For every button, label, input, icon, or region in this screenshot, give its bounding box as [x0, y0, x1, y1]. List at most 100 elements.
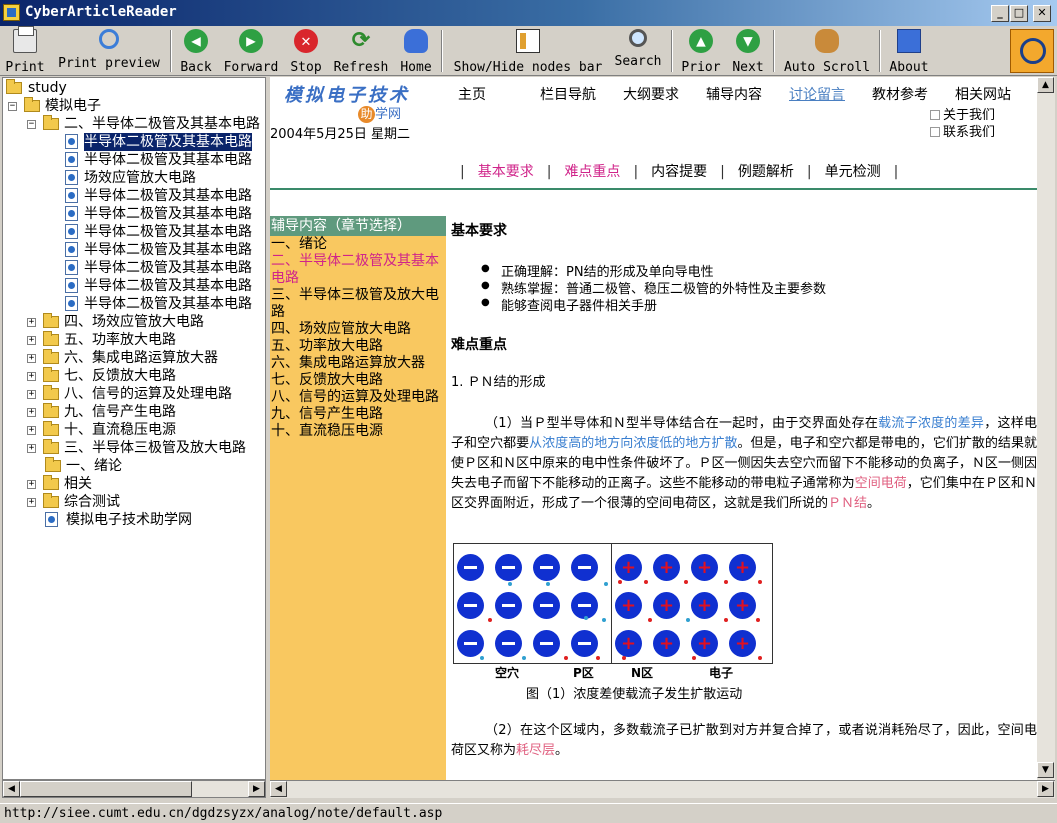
side-link-chapter[interactable]: 一、绪论 — [270, 236, 446, 253]
expand-icon[interactable]: + — [27, 498, 36, 507]
prior-button[interactable]: ▲ Prior — [678, 29, 724, 75]
content-horizontal-scrollbar[interactable]: ◀ ▶ — [270, 780, 1055, 798]
subnav-basic[interactable]: 基本要求 — [478, 164, 534, 180]
folder-icon — [43, 403, 59, 418]
side-link-chapter[interactable]: 三、半导体三极管及放大电路 — [270, 287, 446, 321]
tree-horizontal-scrollbar[interactable]: ◀ ▶ — [2, 780, 266, 798]
electron-dot-icon — [564, 656, 568, 660]
expand-icon[interactable]: + — [27, 480, 36, 489]
subnav-summary[interactable]: 内容提要 — [651, 164, 707, 180]
page-icon — [65, 188, 78, 203]
scroll-right-icon[interactable]: ▶ — [248, 781, 265, 797]
subnav-examples[interactable]: 例题解析 — [738, 164, 794, 180]
scroll-up-icon[interactable]: ▲ — [1037, 77, 1054, 93]
next-button[interactable]: ▼ Next — [728, 29, 768, 75]
side-link-chapter[interactable]: 五、功率放大电路 — [270, 338, 446, 355]
show-hide-nodes-button[interactable]: Show/Hide nodes bar — [448, 29, 608, 75]
scroll-left-icon[interactable]: ◀ — [270, 781, 287, 797]
print-button[interactable]: Print — [4, 26, 46, 75]
expand-icon[interactable]: + — [27, 336, 36, 345]
home-button[interactable]: Home — [396, 29, 436, 75]
expand-icon[interactable]: + — [27, 318, 36, 327]
side-link-chapter[interactable]: 二、半导体二极管及其基本电路 — [270, 253, 446, 287]
side-link-chapter[interactable]: 六、集成电路运算放大器 — [270, 355, 446, 372]
negative-ion-icon — [533, 630, 560, 657]
hole-dot-icon — [604, 582, 608, 586]
forward-button[interactable]: ▶ Forward — [220, 29, 282, 75]
side-link-chapter[interactable]: 七、反馈放大电路 — [270, 372, 446, 389]
article: 基本要求 正确理解：PN结的形成及单向导电性 熟练掌握：普通二极管、稳压二极管的… — [451, 216, 1037, 780]
auto-scroll-icon — [815, 29, 839, 53]
scroll-thumb[interactable] — [20, 781, 192, 797]
expand-icon[interactable]: + — [27, 372, 36, 381]
positive-ion-icon: + — [729, 554, 756, 581]
side-link-chapter[interactable]: 四、场效应管放大电路 — [270, 321, 446, 338]
contact-us-link[interactable]: 联系我们 — [930, 121, 995, 140]
checkbox-icon — [930, 127, 940, 137]
expand-icon[interactable]: + — [27, 426, 36, 435]
expand-icon[interactable]: + — [27, 408, 36, 417]
scroll-left-icon[interactable]: ◀ — [3, 781, 20, 797]
heading-key: 难点重点 — [451, 337, 507, 353]
hole-dot-icon — [480, 656, 484, 660]
subnav-test[interactable]: 单元检测 — [825, 164, 881, 180]
stop-icon: ✕ — [294, 29, 318, 53]
figure-label: 空穴 — [495, 666, 520, 680]
electron-dot-icon — [692, 656, 696, 660]
minimize-button[interactable]: _ — [991, 5, 1009, 22]
collapse-icon[interactable]: − — [8, 102, 17, 111]
expand-icon[interactable]: + — [27, 390, 36, 399]
about-button[interactable]: About — [886, 29, 932, 75]
nav-textbooks[interactable]: 教材参考 — [872, 84, 928, 104]
collapse-icon[interactable]: − — [27, 120, 36, 129]
folder-icon — [43, 115, 59, 130]
nav-outline[interactable]: 大纲要求 — [623, 84, 679, 104]
negative-ion-icon — [571, 630, 598, 657]
nav-columns[interactable]: 栏目导航 — [540, 84, 596, 104]
folder-icon — [43, 349, 59, 364]
negative-ion-icon — [457, 630, 484, 657]
auto-scroll-button[interactable]: Auto Scroll — [780, 29, 874, 75]
close-button[interactable]: ✕ — [1033, 5, 1051, 22]
hole-dot-icon — [686, 618, 690, 622]
refresh-button[interactable]: ⟳ Refresh — [330, 29, 392, 76]
heading-basic: 基本要求 — [451, 223, 507, 239]
print-preview-button[interactable]: Print preview — [54, 29, 164, 73]
electron-dot-icon — [724, 580, 728, 584]
maximize-button[interactable]: □ — [1010, 5, 1028, 22]
positive-ion-icon: + — [615, 630, 642, 657]
paragraph-2: （2）在这个区域内，多数载流子已扩散到对方并复合掉了，或者说消耗殆尽了，因此，空… — [451, 723, 1037, 758]
side-link-chapter[interactable]: 九、信号产生电路 — [270, 406, 446, 423]
section-title: 1. ＰＮ结的形成 — [451, 375, 546, 390]
content-vertical-scrollbar[interactable]: ▲ ▼ — [1037, 77, 1055, 780]
subnav-key[interactable]: 难点重点 — [564, 164, 620, 180]
side-link-chapter[interactable]: 八、信号的运算及处理电路 — [270, 389, 446, 406]
folder-icon — [43, 493, 59, 508]
positive-ion-icon: + — [691, 554, 718, 581]
section-nav: | 基本要求 | 难点重点 | 内容提要 | 例题解析 | 单元检测 | — [460, 164, 899, 180]
positive-ion-icon: + — [729, 592, 756, 619]
nav-tutoring[interactable]: 辅导内容 — [706, 84, 762, 104]
scroll-down-icon[interactable]: ▼ — [1037, 762, 1054, 778]
scroll-right-icon[interactable]: ▶ — [1037, 781, 1054, 797]
side-link-chapter[interactable]: 十、直流稳压电源 — [270, 423, 446, 440]
expand-icon[interactable]: + — [27, 354, 36, 363]
negative-ion-icon — [571, 592, 598, 619]
folder-icon — [24, 97, 40, 112]
figure-label: N区 — [631, 666, 654, 680]
hole-dot-icon — [602, 618, 606, 622]
negative-ion-icon — [571, 554, 598, 581]
nav-discussion[interactable]: 讨论留言 — [789, 84, 845, 104]
stop-button[interactable]: ✕ Stop — [286, 29, 326, 75]
expand-icon[interactable]: + — [27, 444, 36, 453]
list-item: 能够查阅电子器件相关手册 — [481, 295, 657, 314]
nav-home[interactable]: 主页 — [458, 84, 486, 104]
toolbar: Print Print preview ◀ Back ▶ Forward ✕ S… — [0, 26, 1057, 76]
back-button[interactable]: ◀ Back — [176, 29, 216, 75]
negative-ion-icon — [457, 554, 484, 581]
electron-dot-icon — [618, 580, 622, 584]
about-book-icon — [897, 29, 921, 53]
search-icon — [629, 29, 647, 47]
nav-related-sites[interactable]: 相关网站 — [955, 84, 1011, 104]
search-button[interactable]: Search — [612, 29, 664, 73]
